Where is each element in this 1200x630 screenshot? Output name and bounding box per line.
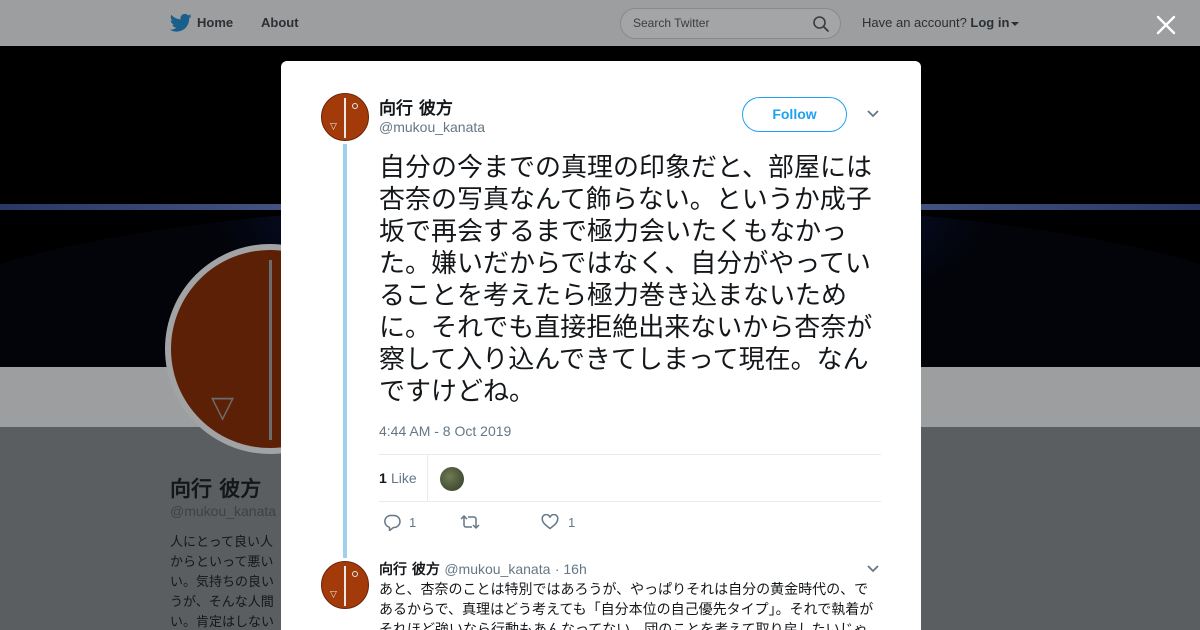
account-prompt-text: Have an account?	[862, 15, 967, 30]
reply-time[interactable]: · 16h	[555, 561, 587, 577]
stats-divider	[427, 455, 428, 501]
nav-home-link[interactable]: Home	[197, 15, 233, 30]
triangle-icon: ▽	[211, 390, 235, 425]
account-prompt: Have an account? Log in	[862, 15, 1020, 30]
like-label[interactable]: Like	[391, 470, 417, 486]
like-count[interactable]: 1	[379, 470, 387, 486]
retweet-icon[interactable]	[460, 514, 480, 530]
reply-author-avatar[interactable]: ▽	[321, 561, 369, 609]
reply-author-handle[interactable]: @mukou_kanata	[444, 561, 550, 577]
tweet-timestamp[interactable]: 4:44 AM - 8 Oct 2019	[379, 423, 511, 439]
liker-avatar[interactable]	[440, 467, 464, 491]
tweet-modal: ▽ 向行 彼方 @mukou_kanata Follow 自分の今までの真理の印…	[281, 61, 921, 630]
author-name[interactable]: 向行 彼方	[379, 94, 453, 119]
tweet-stats: 1 Like	[379, 454, 881, 502]
thread-connector-line	[343, 144, 347, 558]
twitter-bird-icon[interactable]	[170, 13, 192, 33]
tweet-text: 自分の今までの真理の印象だと、部屋には杏奈の写真なんて飾らない。というか成子坂で…	[379, 153, 873, 407]
reply-icon[interactable]	[383, 514, 401, 531]
reply-count: 1	[409, 515, 417, 530]
profile-handle[interactable]: @mukou_kanata	[170, 503, 276, 519]
author-avatar[interactable]: ▽	[321, 93, 369, 141]
reply-header: 向行 彼方 @mukou_kanata · 16h	[379, 559, 587, 579]
login-link[interactable]: Log in	[970, 15, 1009, 30]
search-icon[interactable]	[812, 15, 830, 33]
follow-button[interactable]: Follow	[742, 97, 847, 132]
author-handle[interactable]: @mukou_kanata	[379, 119, 485, 135]
heart-icon[interactable]	[541, 514, 559, 530]
tweet-actions: 1 1	[379, 513, 679, 533]
profile-name: 向行 彼方	[170, 477, 262, 501]
chevron-down-icon[interactable]	[1011, 21, 1020, 26]
profile-bio: 人にとって良い人 からといって悪い い。気持ちの良い うが、そんな人間 い。肯定…	[170, 535, 275, 630]
reply-author-name[interactable]: 向行 彼方	[379, 562, 440, 578]
reply-text: あと、杏奈のことは特別ではあろうが、やっぱりそれは自分の黄金時代の、であるからで…	[379, 582, 874, 630]
search-input[interactable]: Search Twitter	[633, 16, 709, 30]
close-icon[interactable]	[1155, 14, 1177, 36]
chevron-down-icon[interactable]	[866, 109, 880, 119]
avatar-line-mark	[269, 260, 272, 440]
top-navigation-bar: Home About Search Twitter Have an accoun…	[0, 0, 1200, 46]
chevron-down-icon[interactable]	[866, 564, 880, 574]
search-box[interactable]: Search Twitter	[620, 8, 841, 39]
like-action-count: 1	[568, 515, 576, 530]
nav-about-link[interactable]: About	[261, 15, 299, 30]
